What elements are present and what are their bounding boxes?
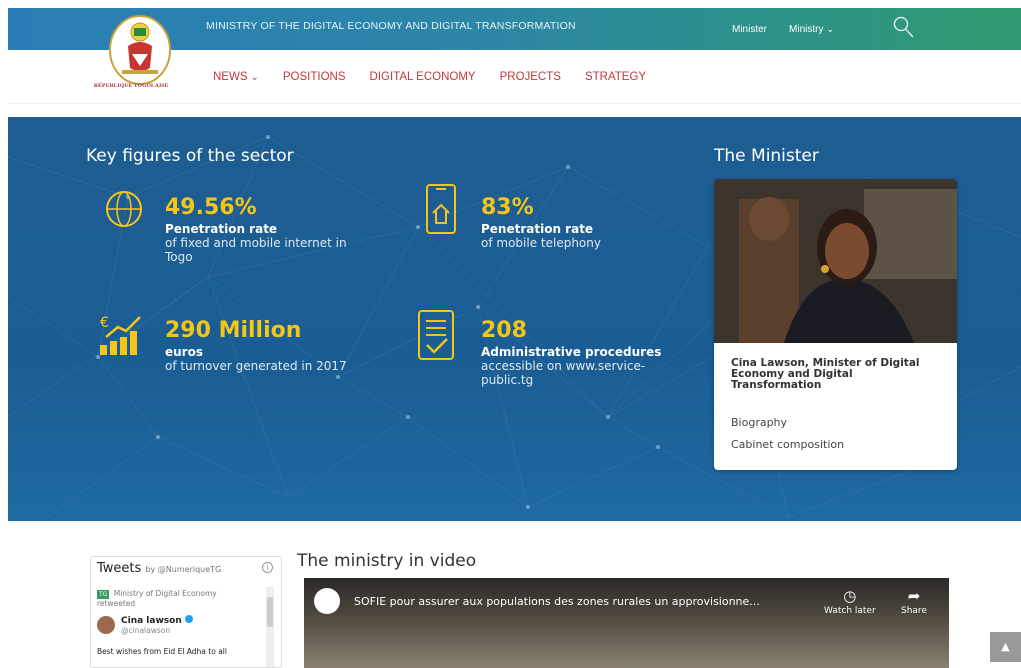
key-figure-description: accessible on www.service-public.tg	[481, 359, 646, 387]
key-figure-value: 49.56%	[165, 195, 257, 220]
search-icon[interactable]	[893, 16, 915, 40]
nav-item-positions[interactable]: POSITIONS	[283, 71, 346, 83]
top-nav-minister[interactable]: Minister	[732, 24, 767, 35]
tweets-widget: Tweets by @NumeriqueTG i TG Ministry of …	[90, 556, 282, 668]
retweeted-suffix: retweeted	[97, 599, 136, 608]
chevron-down-icon: ⌄	[826, 24, 835, 34]
top-nav-ministry[interactable]: Ministry ⌄	[789, 24, 834, 35]
video-title[interactable]: SOFIE pour assurer aux populations des z…	[354, 595, 760, 608]
key-figure-description: of fixed and mobile internet in Togo	[165, 236, 347, 264]
nav-item-digital-economy[interactable]: DIGITAL ECONOMY	[370, 71, 476, 83]
key-figure-value: 83%	[481, 195, 534, 220]
tweets-title: Tweets	[97, 561, 142, 576]
key-figure-label: Penetration rate	[165, 222, 278, 236]
nav-item-news[interactable]: NEWS ⌄	[213, 71, 259, 83]
share-button[interactable]: ➦ Share	[901, 587, 927, 616]
nav-item-projects[interactable]: PROJECTS	[500, 71, 561, 83]
tweet-user-handle[interactable]: @cinalawson	[121, 626, 170, 635]
tweets-header: Tweets by @NumeriqueTG	[97, 561, 221, 576]
verified-icon	[184, 615, 193, 623]
clock-icon: ◷	[843, 587, 857, 605]
globe-icon	[106, 191, 142, 227]
tweet-text: Best wishes from Eid El Adha to all	[97, 647, 227, 656]
key-figure-label: Administrative procedures	[481, 345, 662, 359]
page: MINISTRY OF THE DIGITAL ECONOMY AND DIGI…	[0, 0, 1021, 668]
retweeted-by[interactable]: Ministry of Digital Economy	[114, 589, 217, 598]
cabinet-composition-link[interactable]: Cabinet composition	[731, 438, 844, 451]
site-title: MINISTRY OF THE DIGITAL ECONOMY AND DIGI…	[206, 20, 576, 32]
minister-name: Cina Lawson, Minister of Digital Economy…	[731, 357, 920, 391]
scroll-to-top-button[interactable]: ▲	[990, 632, 1021, 662]
share-icon: ➦	[907, 587, 921, 605]
key-figure-label: Penetration rate	[481, 222, 594, 236]
video-section-title: The ministry in video	[297, 551, 477, 571]
svg-text:€: €	[100, 315, 109, 331]
chevron-down-icon: ⌄	[250, 72, 259, 83]
ministry-avatar-icon: TG	[97, 590, 110, 599]
euro-chart-icon: €	[100, 315, 141, 355]
nav-item-strategy[interactable]: STRATEGY	[585, 71, 646, 83]
top-nav-ministry-label: Ministry	[789, 24, 824, 35]
key-figure-turnover: 290 Million euros of turnover generated …	[165, 318, 405, 374]
tweet-user-name[interactable]: Cina lawson	[121, 615, 193, 626]
video-player[interactable]: SOFIE pour assurer aux populations des z…	[304, 578, 949, 668]
nav-item-news-label: NEWS	[213, 71, 248, 83]
retweet-note: TG Ministry of Digital Economy retweeted	[97, 589, 247, 608]
key-figures-title: Key figures of the sector	[86, 146, 294, 166]
key-figure-internet: 49.56% Penetration rate of fixed and mob…	[165, 195, 375, 265]
watch-later-label: Watch later	[824, 606, 876, 616]
key-figure-procedures: 208 Administrative procedures accessible…	[481, 318, 691, 388]
key-figure-description: of mobile telephony	[481, 236, 601, 250]
logo-caption: RÉPUBLIQUE TOGOLAISE	[94, 83, 169, 89]
checklist-icon	[418, 310, 454, 360]
tweets-scrollbar[interactable]	[266, 587, 274, 667]
key-figure-mobile: 83% Penetration rate of mobile telephony	[481, 195, 691, 251]
info-icon[interactable]: i	[262, 562, 273, 573]
minister-card[interactable]: Cina Lawson, Minister of Digital Economy…	[714, 179, 957, 470]
channel-logo[interactable]	[314, 588, 340, 614]
tweets-by[interactable]: by @NumeriqueTG	[145, 565, 221, 574]
scrollbar-thumb[interactable]	[267, 597, 273, 627]
key-figure-description: of turnover generated in 2017	[165, 359, 347, 373]
tweet-user-label: Cina lawson	[121, 616, 182, 626]
minister-section-title: The Minister	[714, 146, 819, 166]
avatar[interactable]	[97, 616, 115, 634]
watch-later-button[interactable]: ◷ Watch later	[824, 587, 876, 616]
mobile-icon	[426, 184, 456, 234]
key-figure-label: euros	[165, 345, 203, 359]
minister-photo	[714, 179, 957, 343]
top-nav: Minister Ministry ⌄	[732, 24, 834, 35]
key-figure-value: 290 Million	[165, 318, 302, 343]
key-figure-value: 208	[481, 318, 527, 343]
biography-link[interactable]: Biography	[731, 416, 787, 429]
main-nav: NEWS ⌄ POSITIONS DIGITAL ECONOMY PROJECTS…	[213, 71, 646, 83]
share-label: Share	[901, 606, 927, 616]
